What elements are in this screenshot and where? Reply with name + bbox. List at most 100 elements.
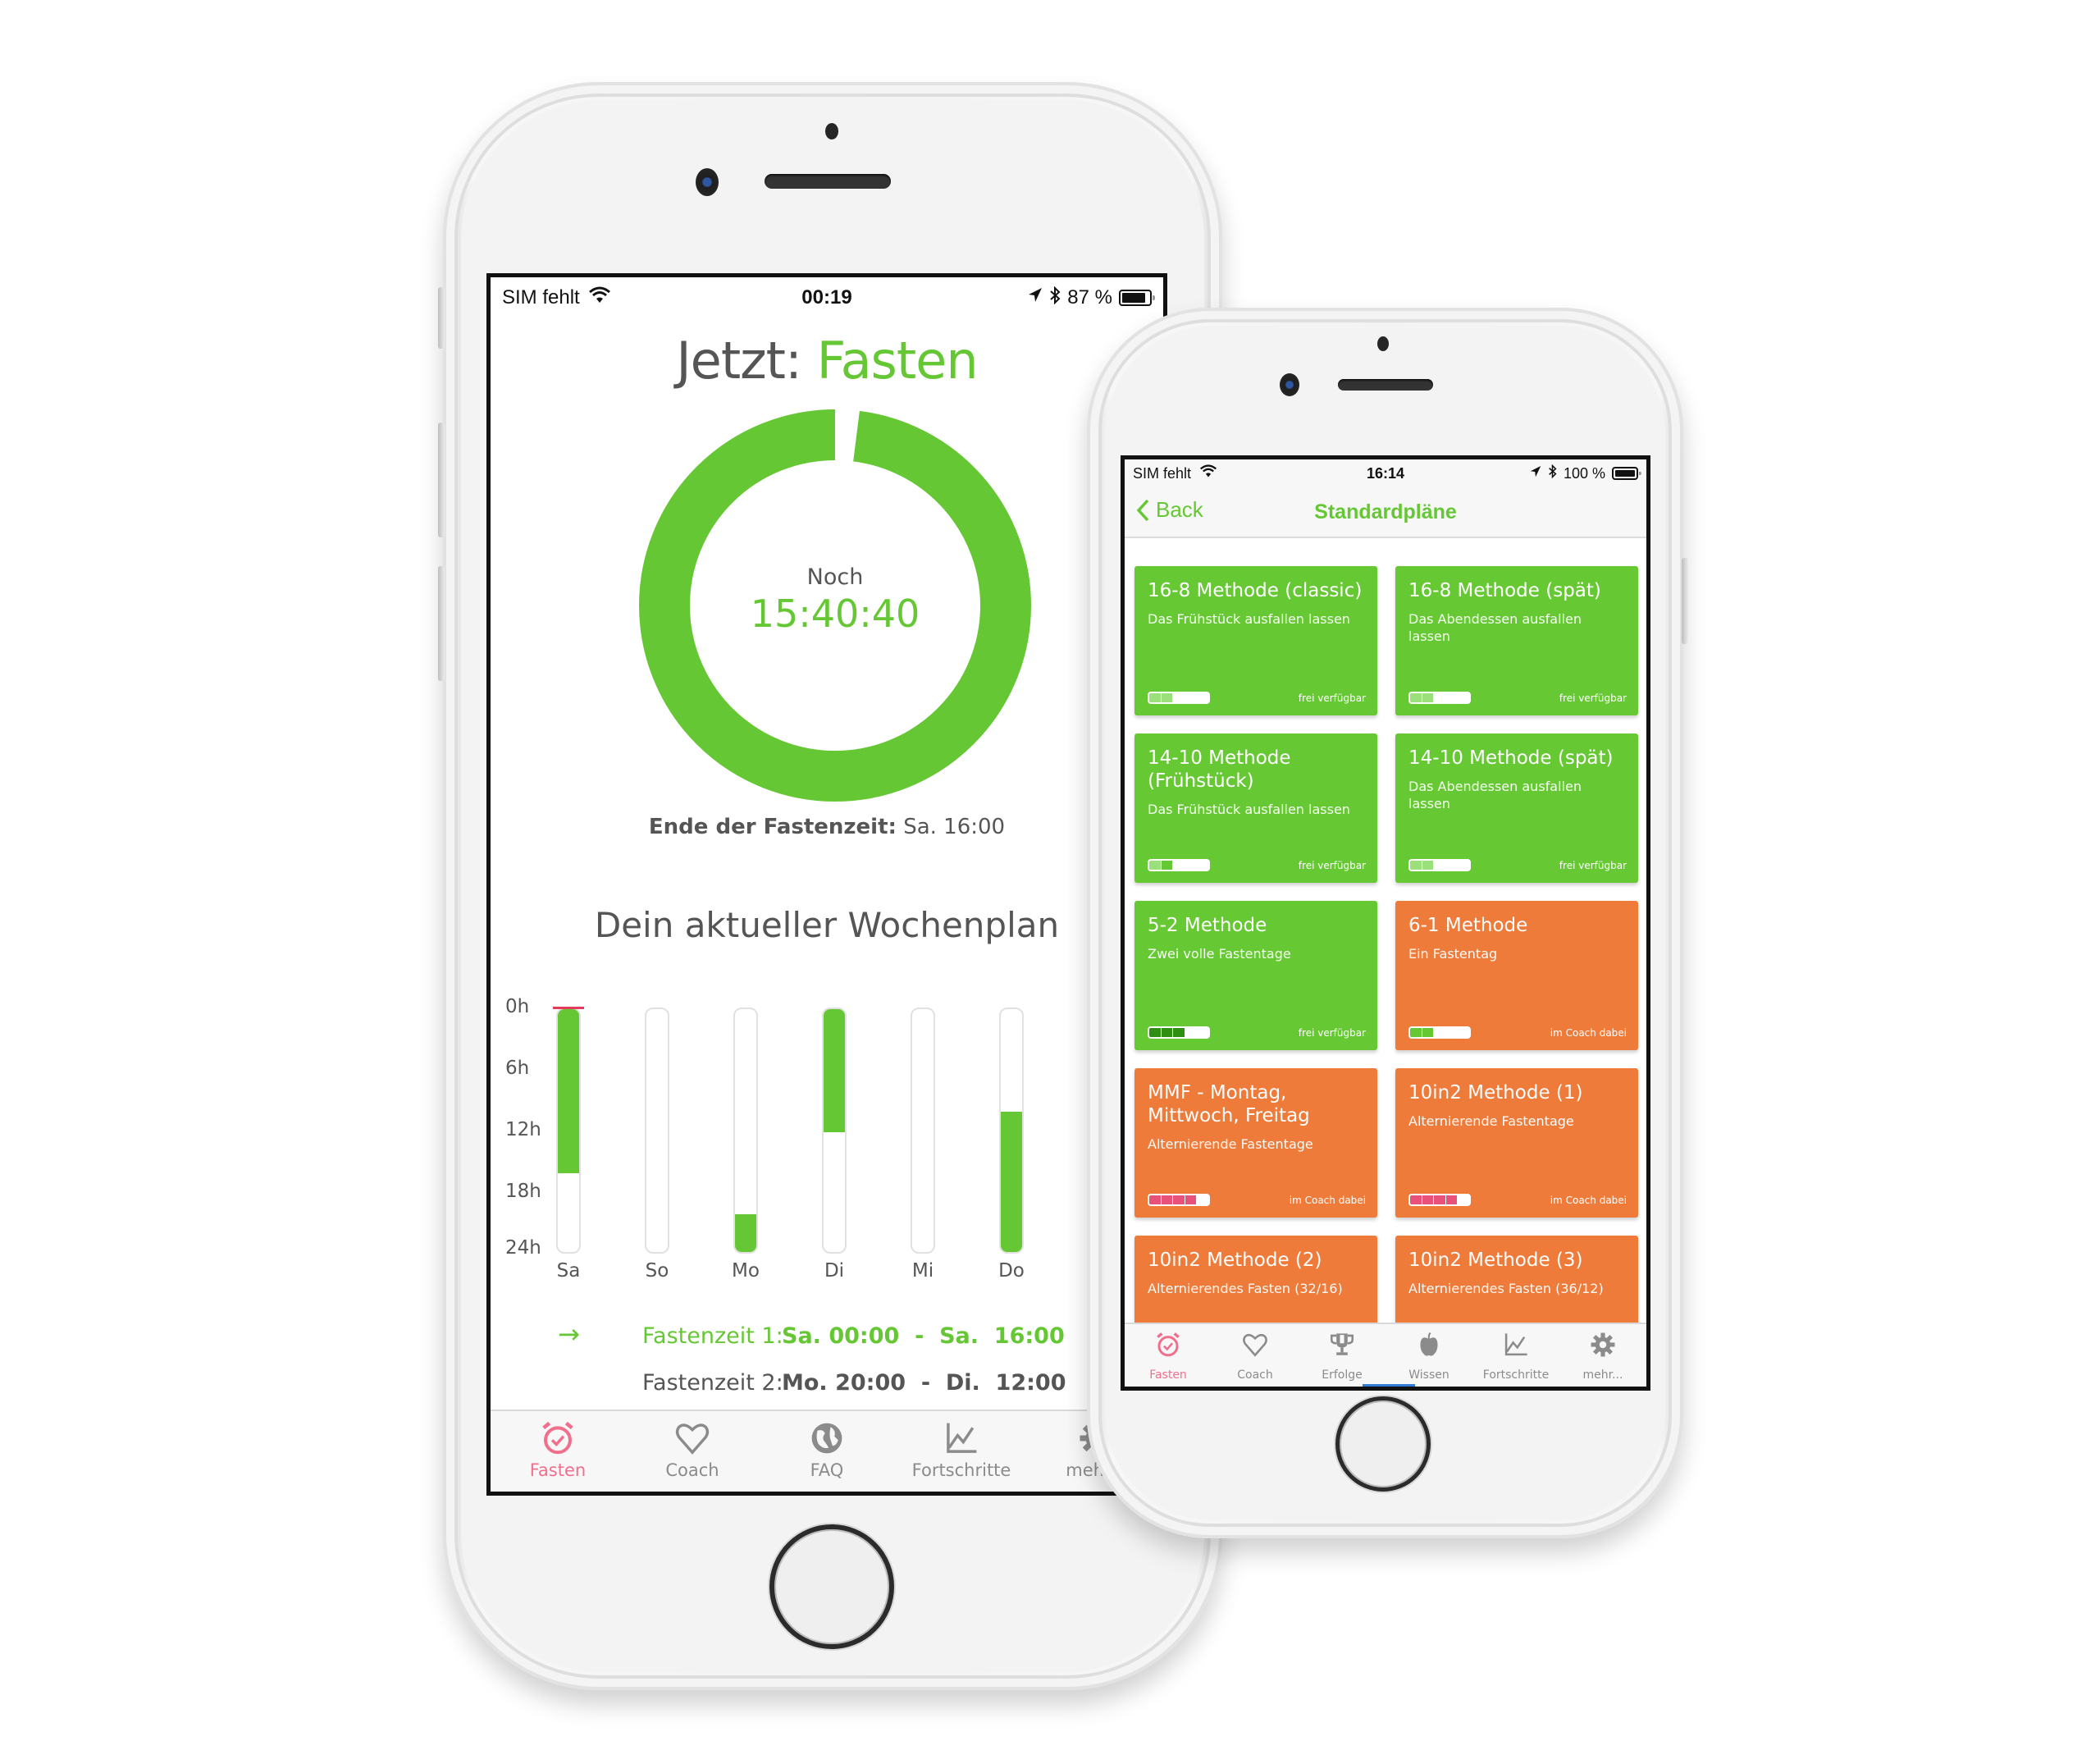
difficulty-segment [1445, 861, 1459, 870]
fasting-end-value: Sa. 16:00 [903, 815, 1006, 839]
remaining-label: Noch [806, 564, 864, 590]
navigation-bar: Back Standardpläne [1125, 487, 1646, 538]
x-tick-label: Sa [556, 1260, 581, 1282]
home-button[interactable] [1335, 1396, 1431, 1492]
status-bar: SIM fehlt 16:14 100 % [1125, 459, 1646, 487]
difficulty-segment [1173, 861, 1185, 870]
scroll-indicator [1363, 1384, 1415, 1387]
remaining-time: 15:40:40 [750, 592, 920, 636]
tab-fasten[interactable]: Fasten [491, 1411, 625, 1492]
difficulty-segment [1410, 1195, 1422, 1204]
difficulty-segment [1434, 1195, 1446, 1204]
home-button[interactable] [769, 1524, 894, 1649]
difficulty-segment [1173, 693, 1185, 702]
difficulty-segment [1422, 1028, 1435, 1037]
current-state-title: Jetzt: Fasten [491, 331, 1163, 391]
plan-availability: im Coach dabei [1550, 1027, 1627, 1039]
tab-label: Coach [665, 1460, 719, 1480]
trophy-icon [1328, 1331, 1356, 1364]
tab-label: Fortschritte [911, 1460, 1011, 1480]
front-camera [696, 168, 719, 196]
difficulty-segment [1197, 861, 1208, 870]
difficulty-segment [1149, 861, 1162, 870]
mute-switch [438, 287, 445, 349]
plan-availability: frei verfügbar [1298, 860, 1366, 871]
day-bar-mo[interactable] [733, 1008, 758, 1254]
plan-description: Alternierendes Fasten (36/12) [1408, 1281, 1604, 1296]
alarm-clock-icon [539, 1419, 577, 1457]
difficulty-meter [1148, 692, 1210, 704]
difficulty-segment [1434, 861, 1446, 870]
difficulty-meter [1148, 859, 1210, 871]
day-bar-di[interactable] [822, 1008, 847, 1254]
plan-description: Das Frühstück ausfallen lassen [1148, 802, 1350, 817]
bluetooth-icon [1548, 464, 1557, 482]
difficulty-segment [1161, 861, 1174, 870]
difficulty-segment [1445, 693, 1459, 702]
plan-card[interactable]: 14-10 Methode (Frühstück) Das Frühstück a… [1134, 733, 1377, 883]
plan-availability: frei verfügbar [1298, 692, 1366, 704]
difficulty-segment [1458, 1028, 1469, 1037]
plan-card[interactable]: 10in2 Methode (1) Alternierende Fastentag… [1395, 1068, 1638, 1218]
difficulty-segment [1173, 1028, 1185, 1037]
proximity-sensor [825, 123, 838, 139]
plan-card[interactable]: 6-1 Methode Ein Fastentag im Coach dabei [1395, 901, 1638, 1050]
difficulty-meter [1408, 692, 1471, 704]
tab-wissen[interactable]: Wissen [1386, 1324, 1472, 1387]
difficulty-segment [1149, 693, 1162, 702]
x-tick-label: Mi [911, 1260, 934, 1282]
tab-mehr[interactable]: mehr... [1559, 1324, 1646, 1387]
difficulty-segment [1173, 1195, 1185, 1204]
difficulty-meter [1408, 1026, 1471, 1039]
left-phone-screen: SIM fehlt 00:19 87 % Jetzt: Fasten Noch [486, 273, 1167, 1496]
tab-coach[interactable]: Coach [1212, 1324, 1299, 1387]
difficulty-segment [1197, 1195, 1208, 1204]
plan-availability: im Coach dabei [1550, 1195, 1627, 1206]
heart-icon [673, 1419, 711, 1457]
x-tick-label: Mo [732, 1260, 760, 1282]
fasting-end: Ende der Fastenzeit: Sa. 16:00 [491, 815, 1163, 839]
difficulty-segment [1185, 693, 1198, 702]
difficulty-segment [1149, 1028, 1162, 1037]
tab-coach[interactable]: Coach [625, 1411, 760, 1492]
fasting-interval-bar [735, 1214, 756, 1252]
day-bar-mi[interactable] [911, 1008, 935, 1254]
tab-fortschritte[interactable]: Fortschritte [1472, 1324, 1559, 1387]
plan-card[interactable]: 16-8 Methode (classic) Das Frühstück ausf… [1134, 566, 1377, 715]
plan-card[interactable]: 14-10 Methode (spät) Das Abendessen ausfa… [1395, 733, 1638, 883]
ring-center: Noch 15:40:40 [638, 564, 1032, 636]
plan-card[interactable]: 16-8 Methode (spät) Das Abendessen ausfal… [1395, 566, 1638, 715]
tab-bar: Fasten Coach FAQ Fortschritte mehr... [491, 1410, 1163, 1492]
tab-label: Erfolge [1322, 1368, 1363, 1382]
day-bar-so[interactable] [645, 1008, 669, 1254]
volume-down-button [438, 566, 445, 681]
plan-description: Alternierendes Fasten (32/16) [1148, 1281, 1343, 1296]
tab-fasten[interactable]: Fasten [1125, 1324, 1212, 1387]
plan-title: 16-8 Methode (spät) [1408, 580, 1601, 601]
plan-description: Das Abendessen ausfallen lassen [1408, 779, 1582, 811]
tab-faq[interactable]: FAQ [760, 1411, 894, 1492]
alarm-clock-icon [1154, 1331, 1182, 1364]
plan-availability: frei verfügbar [1559, 692, 1627, 704]
fasting-interval-bar [1001, 1112, 1022, 1252]
difficulty-segment [1161, 693, 1174, 702]
tab-erfolge[interactable]: Erfolge [1299, 1324, 1386, 1387]
day-bar-do[interactable] [999, 1008, 1024, 1254]
tab-fortschritte[interactable]: Fortschritte [894, 1411, 1029, 1492]
difficulty-segment [1410, 693, 1422, 702]
bluetooth-icon [1049, 286, 1061, 310]
plan-title: MMF - Montag, Mittwoch, Freitag [1148, 1082, 1310, 1126]
plan-card[interactable]: MMF - Montag, Mittwoch, Freitag Alternier… [1134, 1068, 1377, 1218]
tab-label: mehr... [1582, 1368, 1623, 1382]
tab-label: Fasten [1149, 1368, 1187, 1382]
day-bar-sa[interactable] [556, 1008, 581, 1254]
difficulty-segment [1445, 1028, 1459, 1037]
state-value: Fasten [816, 331, 979, 391]
page-title: Standardpläne [1314, 500, 1457, 523]
plan-card[interactable]: 5-2 Methode Zwei volle Fastentage frei ver… [1134, 901, 1377, 1050]
difficulty-segment [1410, 1028, 1422, 1037]
difficulty-segment [1445, 1195, 1459, 1204]
fasting-period-range: Mo. 20:00 - Di. 12:00 [782, 1370, 1066, 1396]
fasting-interval-bar [824, 1009, 845, 1132]
fasting-period-label: Fastenzeit 1: [642, 1323, 783, 1349]
